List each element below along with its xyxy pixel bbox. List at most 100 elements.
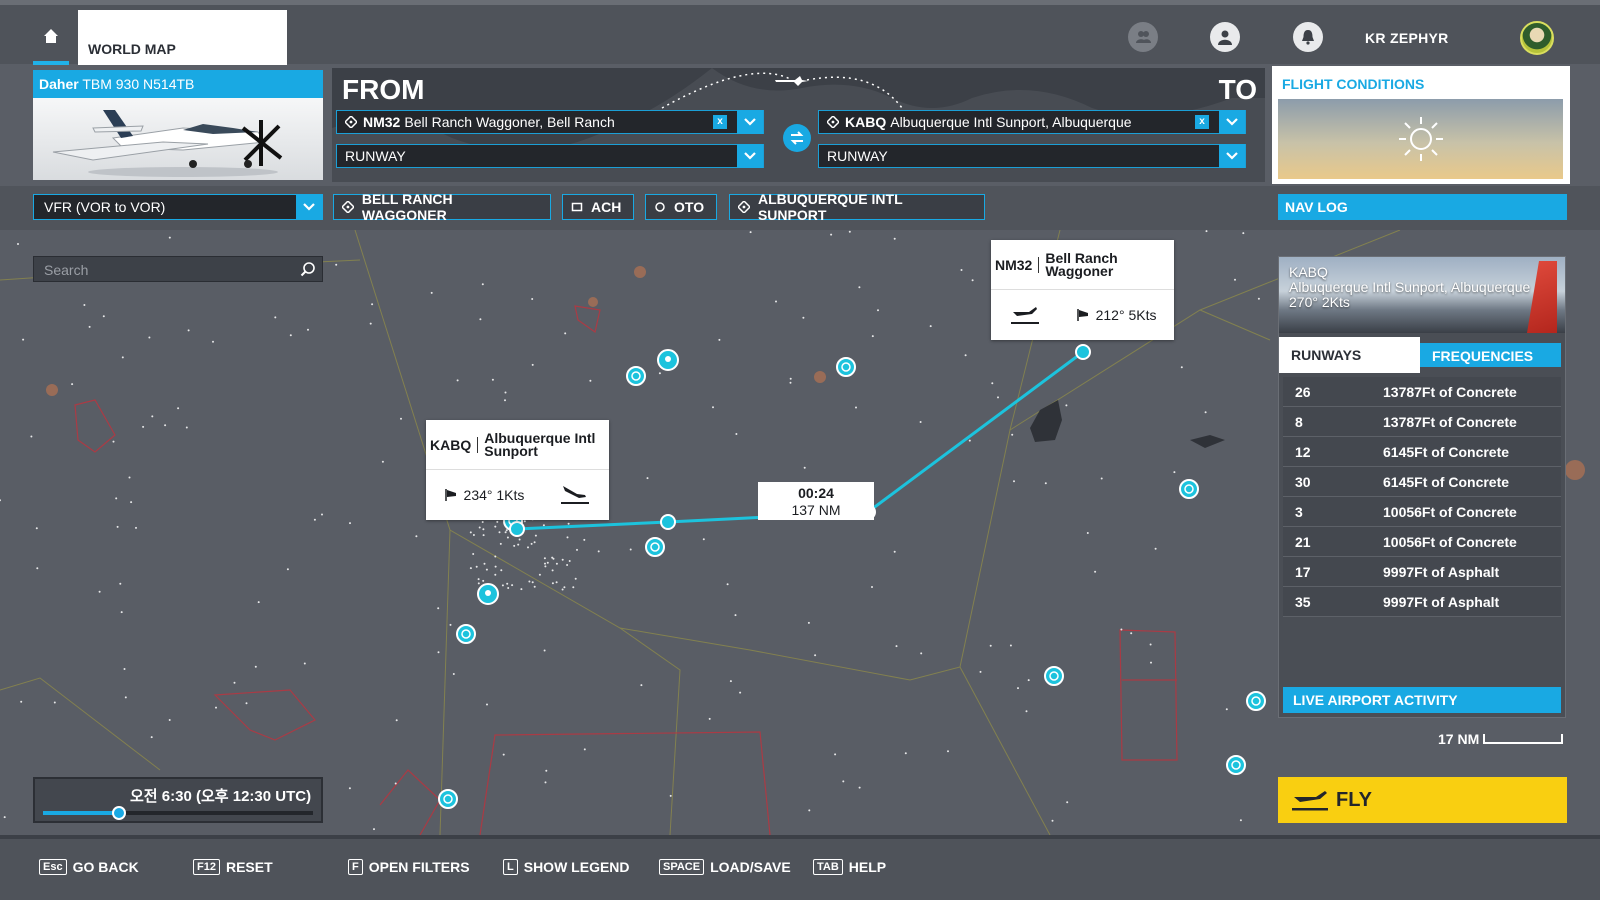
- help-button[interactable]: TAB HELP: [813, 859, 886, 875]
- departure-dropdown-button[interactable]: [737, 110, 763, 134]
- callout-wind: 212° 5Kts: [1095, 307, 1157, 323]
- runway-row[interactable]: 12 6145Ft of Concrete: [1283, 437, 1561, 467]
- map-dot: [551, 582, 554, 585]
- arrival-dropdown-button[interactable]: [1219, 110, 1245, 134]
- map-dot: [544, 565, 547, 568]
- map-dot: [734, 614, 737, 617]
- waypoint-chip-departure[interactable]: BELL RANCH WAGGONER: [333, 191, 551, 223]
- tab-runways[interactable]: RUNWAYS: [1279, 337, 1420, 373]
- map-dot: [877, 309, 879, 312]
- avatar[interactable]: [1520, 21, 1554, 55]
- runway-row[interactable]: 3 10056Ft of Concrete: [1283, 497, 1561, 527]
- arrival-airport-field[interactable]: KABQ Albuquerque Intl Sunport, Albuquerq…: [818, 110, 1246, 134]
- waypoint-label: BELL RANCH WAGGONER: [361, 191, 453, 223]
- map-dot: [1204, 411, 1207, 414]
- map-dot: [583, 748, 586, 751]
- key-hint: F12: [193, 859, 220, 875]
- arrival-callout[interactable]: KABQ Albuquerque Intl Sunport 234° 1Kts: [426, 420, 609, 520]
- arrival-spot-dropdown[interactable]: [1219, 144, 1245, 168]
- swap-airports-button[interactable]: [783, 124, 811, 152]
- map-dot: [531, 581, 534, 584]
- map-dot: [135, 526, 137, 529]
- map-dot: [561, 588, 564, 591]
- map-dot: [530, 542, 533, 545]
- search-icon[interactable]: [300, 261, 316, 277]
- hotkey-label: GO BACK: [72, 859, 139, 875]
- map-dot: [469, 567, 472, 570]
- departure-spot: RUNWAY: [345, 148, 406, 164]
- airport-marker-icon: [827, 116, 839, 128]
- username[interactable]: KR ZEPHYR: [1365, 30, 1449, 46]
- fly-button[interactable]: FLY: [1278, 777, 1567, 823]
- reset-button[interactable]: F12 RESET: [193, 859, 273, 875]
- runway-row[interactable]: 26 13787Ft of Concrete: [1283, 377, 1561, 407]
- map-dot: [504, 391, 507, 394]
- takeoff-icon: [1292, 791, 1328, 811]
- map-dot: [491, 378, 494, 381]
- notification-bell-icon[interactable]: [1293, 22, 1323, 52]
- waypoint-chip-ach[interactable]: ACH: [562, 194, 634, 220]
- aircraft-selector[interactable]: Daher TBM 930 N514TB: [33, 70, 323, 180]
- departure-spot-field[interactable]: RUNWAY: [336, 144, 764, 168]
- time-slider-handle[interactable]: [111, 806, 126, 820]
- flight-plan-type-select[interactable]: VFR (VOR to VOR): [33, 194, 323, 220]
- map-dot: [456, 379, 459, 382]
- tab-world-map[interactable]: WORLD MAP: [78, 10, 287, 65]
- map-dot: [485, 568, 488, 571]
- flight-plan-type-dropdown[interactable]: [296, 194, 322, 220]
- live-airport-activity-button[interactable]: LIVE AIRPORT ACTIVITY: [1283, 687, 1561, 713]
- map-dot: [534, 534, 537, 537]
- friends-icon[interactable]: [1128, 22, 1158, 52]
- show-legend-button[interactable]: L SHOW LEGEND: [503, 859, 630, 875]
- runway-row[interactable]: 35 9997Ft of Asphalt: [1283, 587, 1561, 617]
- runway-row[interactable]: 8 13787Ft of Concrete: [1283, 407, 1561, 437]
- waypoint-chip-oto[interactable]: OTO: [645, 194, 717, 220]
- map-dot: [321, 513, 323, 516]
- runway-row[interactable]: 21 10056Ft of Concrete: [1283, 527, 1561, 557]
- map-dot: [545, 769, 548, 772]
- open-filters-button[interactable]: F OPEN FILTERS: [348, 859, 470, 875]
- search-input[interactable]: Search: [33, 256, 323, 282]
- navaid-marker-icon: [1179, 479, 1199, 499]
- profile-icon[interactable]: [1210, 22, 1240, 52]
- map-dot: [482, 534, 485, 537]
- clear-departure-button[interactable]: x: [713, 115, 727, 129]
- navaid-marker-icon: [626, 366, 646, 386]
- chevron-down-icon: [744, 152, 756, 160]
- home-tab[interactable]: [33, 10, 69, 65]
- map-dot: [830, 233, 833, 236]
- wind-sock-icon: [1076, 309, 1088, 321]
- map-dot: [544, 562, 546, 565]
- nav-log-button[interactable]: NAV LOG: [1278, 194, 1567, 220]
- tab-frequencies[interactable]: FREQUENCIES: [1420, 343, 1561, 367]
- go-back-button[interactable]: Esc GO BACK: [39, 859, 139, 875]
- runway-surface: 6145Ft of Concrete: [1383, 473, 1510, 490]
- map-dot: [871, 586, 873, 588]
- waypoint-chip-arrival[interactable]: ALBUQUERQUE INTL SUNPORT: [729, 191, 985, 223]
- arrival-spot-field[interactable]: RUNWAY: [818, 144, 1246, 168]
- flight-conditions-panel[interactable]: FLIGHT CONDITIONS: [1272, 66, 1570, 184]
- chevron-down-icon: [303, 203, 315, 211]
- navaid-marker-icon: [1246, 691, 1266, 711]
- departure-callout[interactable]: NM32 Bell Ranch Waggoner 212° 5Kts: [991, 240, 1174, 340]
- map-dot: [566, 536, 569, 539]
- departure-airport-field[interactable]: NM32 Bell Ranch Waggoner, Bell Ranch x: [336, 110, 764, 134]
- navaid-marker-icon: [456, 624, 476, 644]
- map-dot: [115, 497, 118, 500]
- time-slider[interactable]: [43, 806, 313, 820]
- aircraft-title: Daher TBM 930 N514TB: [33, 70, 323, 98]
- runway-row[interactable]: 30 6145Ft of Concrete: [1283, 467, 1561, 497]
- departure-spot-dropdown[interactable]: [737, 144, 763, 168]
- world-map[interactable]: Search NM32 Bell Ranch Waggoner 212° 5Kt…: [0, 230, 1600, 835]
- map-dot: [576, 548, 578, 551]
- map-dot: [1149, 643, 1152, 646]
- clear-arrival-button[interactable]: x: [1195, 115, 1209, 129]
- map-dot: [119, 582, 122, 585]
- map-dot: [369, 322, 372, 325]
- load-save-button[interactable]: SPACE LOAD/SAVE: [659, 859, 791, 875]
- runway-row[interactable]: 17 9997Ft of Asphalt: [1283, 557, 1561, 587]
- map-dot: [726, 583, 729, 586]
- weather-preview: [1278, 99, 1563, 179]
- runway-number: 17: [1295, 563, 1311, 580]
- runway-number: 26: [1295, 383, 1311, 400]
